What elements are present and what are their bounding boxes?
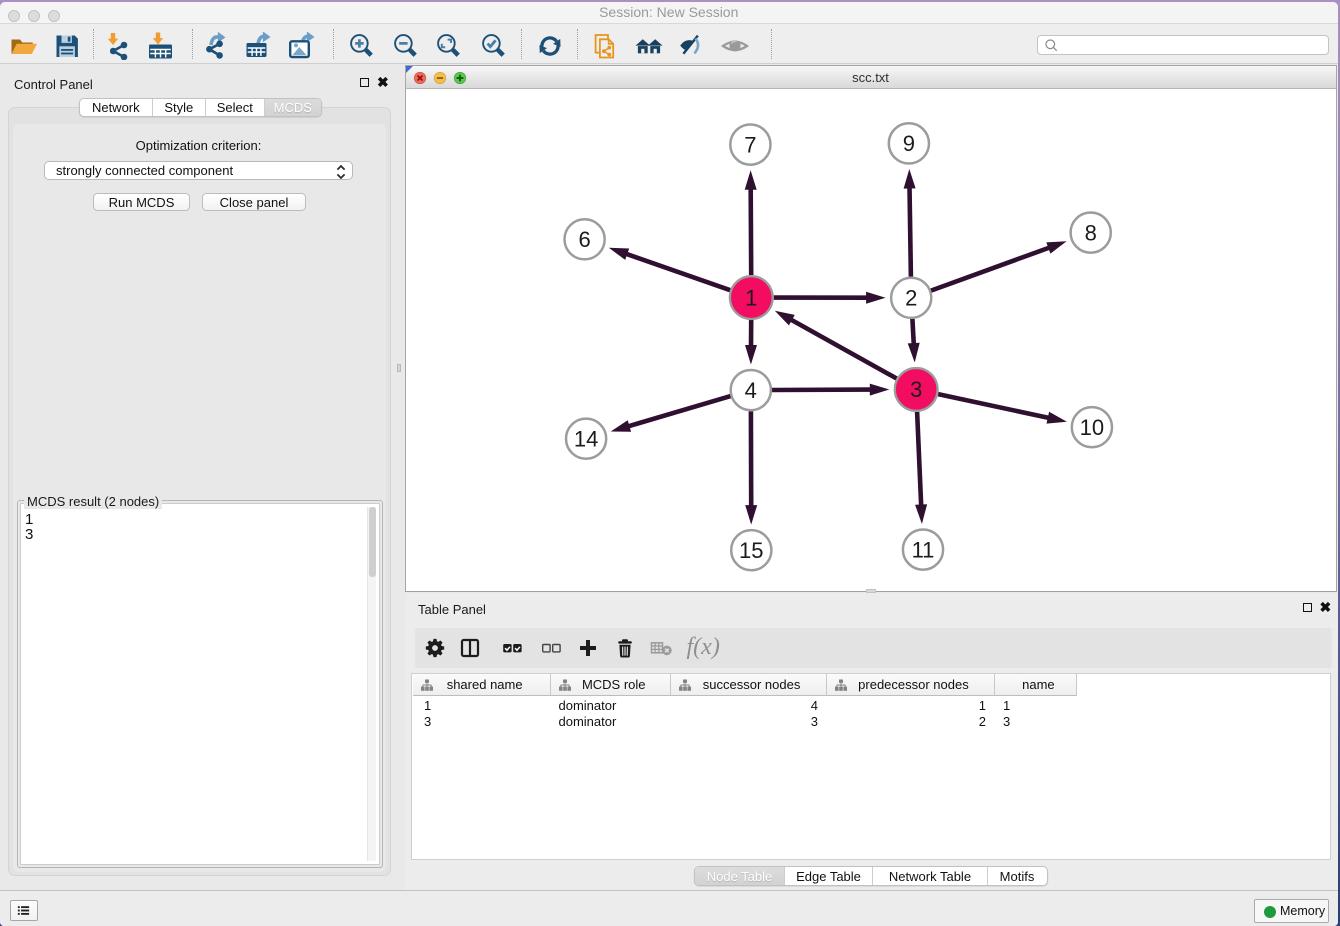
svg-text:15: 15 — [739, 538, 763, 563]
svg-text:4: 4 — [744, 378, 756, 403]
svg-text:14: 14 — [573, 427, 597, 452]
svg-text:9: 9 — [902, 131, 914, 156]
svg-text:6: 6 — [578, 227, 590, 252]
svg-text:8: 8 — [1084, 220, 1096, 245]
svg-text:7: 7 — [744, 132, 756, 157]
svg-text:1: 1 — [745, 285, 757, 310]
svg-text:10: 10 — [1079, 415, 1103, 440]
svg-text:3: 3 — [910, 377, 922, 402]
svg-text:11: 11 — [911, 537, 934, 562]
svg-text:2: 2 — [905, 286, 917, 311]
